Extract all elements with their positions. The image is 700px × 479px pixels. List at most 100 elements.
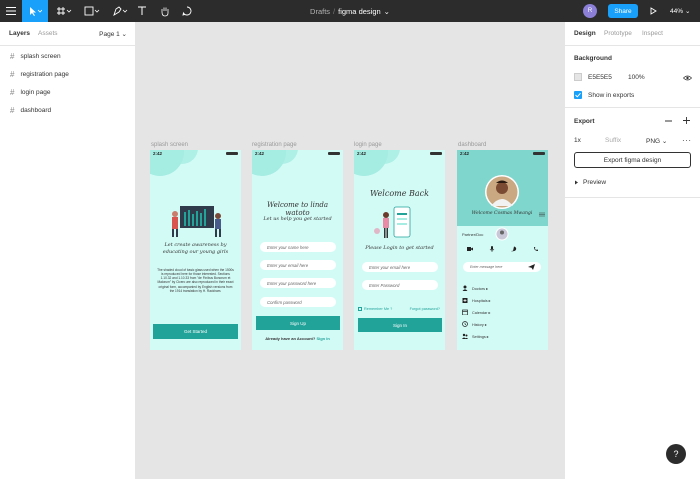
login-email-field[interactable]: Enter your email here xyxy=(362,262,438,272)
hand-icon xyxy=(161,7,169,16)
pen-icon xyxy=(113,6,128,16)
illustration-classroom xyxy=(172,206,221,237)
left-panel-tabs: Layers Assets Page 1 ⌄ xyxy=(0,22,135,46)
shape-tool-button[interactable] xyxy=(80,0,104,22)
sign-in-button[interactable]: Sign In xyxy=(358,318,442,332)
export-format-select[interactable]: PNG ⌄ xyxy=(646,137,667,145)
cursor-icon xyxy=(30,7,42,16)
menu-item-calendar[interactable]: Calendar ▸ xyxy=(462,306,491,318)
layer-item[interactable]: # login page xyxy=(0,83,135,101)
frame-dashboard[interactable]: 2:42 Welcome Cosmas Mwangi Partner/Doc E… xyxy=(457,150,548,350)
frame-label-dashboard[interactable]: dashboard xyxy=(458,142,486,148)
menu-item-history[interactable]: History ▸ xyxy=(462,318,491,330)
menu-item-settings[interactable]: Settings ▸ xyxy=(462,330,491,342)
page-selector[interactable]: Page 1 ⌄ xyxy=(99,30,127,38)
forgot-password-link[interactable]: Forgot password? xyxy=(410,307,440,311)
remember-me[interactable]: Remember Me ? xyxy=(358,307,392,311)
status-bar: 2:42 xyxy=(354,150,445,158)
menu-label: History ▸ xyxy=(472,322,487,327)
hand-tool-button[interactable] xyxy=(156,0,174,22)
frame-splash-screen[interactable]: 2:42 Let create awareness by educating o… xyxy=(150,150,241,350)
play-icon xyxy=(650,7,657,15)
design-canvas[interactable]: splash screen 2:42 Let create awareness … xyxy=(136,22,564,479)
signin-prompt-text: Already have an Account? xyxy=(265,336,316,341)
frame-registration-page[interactable]: 2:42 Welcome to linda watoto Let us help… xyxy=(252,150,343,350)
zoom-control[interactable]: 44% ⌄ xyxy=(670,0,690,22)
caret-right-icon xyxy=(575,180,578,185)
frame-icon: # xyxy=(10,51,15,61)
preview-toggle[interactable]: Preview xyxy=(574,179,606,186)
doctor-avatar[interactable] xyxy=(495,227,509,241)
avatar[interactable]: R xyxy=(583,4,597,18)
tab-inspect[interactable]: Inspect xyxy=(642,30,663,37)
tab-design[interactable]: Design xyxy=(574,30,596,37)
file-breadcrumb[interactable]: Drafts / figma design ⌄ xyxy=(300,0,400,22)
menu-item-doctors[interactable]: Doctors ▸ xyxy=(462,282,491,294)
tab-prototype[interactable]: Prototype xyxy=(604,30,632,37)
check-icon xyxy=(575,92,581,98)
share-button[interactable]: Share xyxy=(608,4,638,18)
right-panel-tabs: Design Prototype Inspect xyxy=(565,22,700,46)
tab-assets[interactable]: Assets xyxy=(38,30,58,37)
layer-item[interactable]: # dashboard xyxy=(0,101,135,119)
export-scale[interactable]: 1x xyxy=(574,137,581,144)
present-button[interactable] xyxy=(646,0,660,22)
checkbox-icon[interactable] xyxy=(358,307,362,311)
help-button[interactable]: ? xyxy=(666,444,686,464)
export-button[interactable]: Export figma design xyxy=(574,152,691,168)
sign-up-button[interactable]: Sign Up xyxy=(256,316,340,330)
layer-item[interactable]: # splash screen xyxy=(0,47,135,65)
phone-icon[interactable] xyxy=(533,246,539,252)
menu-item-hospitals[interactable]: Hospitals ▸ xyxy=(462,294,491,306)
login-password-field[interactable]: Enter Password xyxy=(362,280,438,290)
email-field[interactable]: Enter your email here xyxy=(260,260,336,270)
menu-label: Hospitals ▸ xyxy=(472,298,491,303)
show-in-exports-checkbox[interactable] xyxy=(574,91,582,99)
password-field[interactable]: Enter your password here xyxy=(260,278,336,288)
file-name[interactable]: figma design xyxy=(338,7,381,16)
show-in-exports-label: Show in exports xyxy=(588,92,635,99)
background-title: Background xyxy=(574,55,612,62)
main-menu-button[interactable] xyxy=(0,0,22,22)
filter-icon[interactable] xyxy=(539,212,545,217)
mic-icon[interactable] xyxy=(489,246,495,252)
chat-icon[interactable] xyxy=(511,246,517,252)
frame-tool-button[interactable] xyxy=(52,0,76,22)
frame-icon xyxy=(57,7,72,15)
minus-icon[interactable] xyxy=(665,120,672,122)
bg-hex-input[interactable]: E5E5E5 xyxy=(588,74,612,81)
chevron-down-icon[interactable]: ⌄ xyxy=(384,7,390,16)
top-toolbar: Drafts / figma design ⌄ R Share 44% ⌄ xyxy=(0,0,700,22)
frame-label-login[interactable]: login page xyxy=(354,142,382,148)
tab-layers[interactable]: Layers xyxy=(9,30,30,37)
plus-icon[interactable] xyxy=(683,117,690,124)
remember-label: Remember Me ? xyxy=(364,307,393,311)
partner-doc-label: Partner/Doc xyxy=(462,232,484,237)
chevron-down-icon: ⌄ xyxy=(685,8,691,15)
more-icon[interactable]: ··· xyxy=(682,136,692,145)
name-field[interactable]: Enter your name here xyxy=(260,242,336,252)
video-icon[interactable] xyxy=(467,246,473,252)
layer-item[interactable]: # registration page xyxy=(0,65,135,83)
bg-opacity-input[interactable]: 100% xyxy=(628,74,645,81)
hospital-icon xyxy=(462,298,468,303)
signal-icon xyxy=(430,152,442,155)
sign-in-link[interactable]: Sign In xyxy=(316,336,329,341)
illustration-login xyxy=(374,206,411,238)
frame-label-registration[interactable]: registration page xyxy=(252,142,297,148)
frame-login-page[interactable]: 2:42 Welcome Back Please Login to get st… xyxy=(354,150,445,350)
export-suffix-input[interactable]: Suffix xyxy=(605,137,621,144)
color-swatch[interactable] xyxy=(574,73,582,81)
frame-label-splash[interactable]: splash screen xyxy=(151,142,188,148)
text-tool-button[interactable] xyxy=(134,0,150,22)
confirm-password-field[interactable]: Confirm password xyxy=(260,297,336,307)
breadcrumb-drafts[interactable]: Drafts xyxy=(310,7,330,16)
comment-tool-button[interactable] xyxy=(178,0,196,22)
welcome-text: Welcome Cosmas Mwangi xyxy=(471,211,533,216)
move-tool-button[interactable] xyxy=(22,0,48,22)
eye-icon[interactable] xyxy=(683,75,692,81)
send-icon[interactable] xyxy=(528,264,535,270)
get-started-button[interactable]: Get Started xyxy=(153,324,238,339)
pen-tool-button[interactable] xyxy=(108,0,132,22)
status-bar: 2:42 xyxy=(150,150,241,158)
